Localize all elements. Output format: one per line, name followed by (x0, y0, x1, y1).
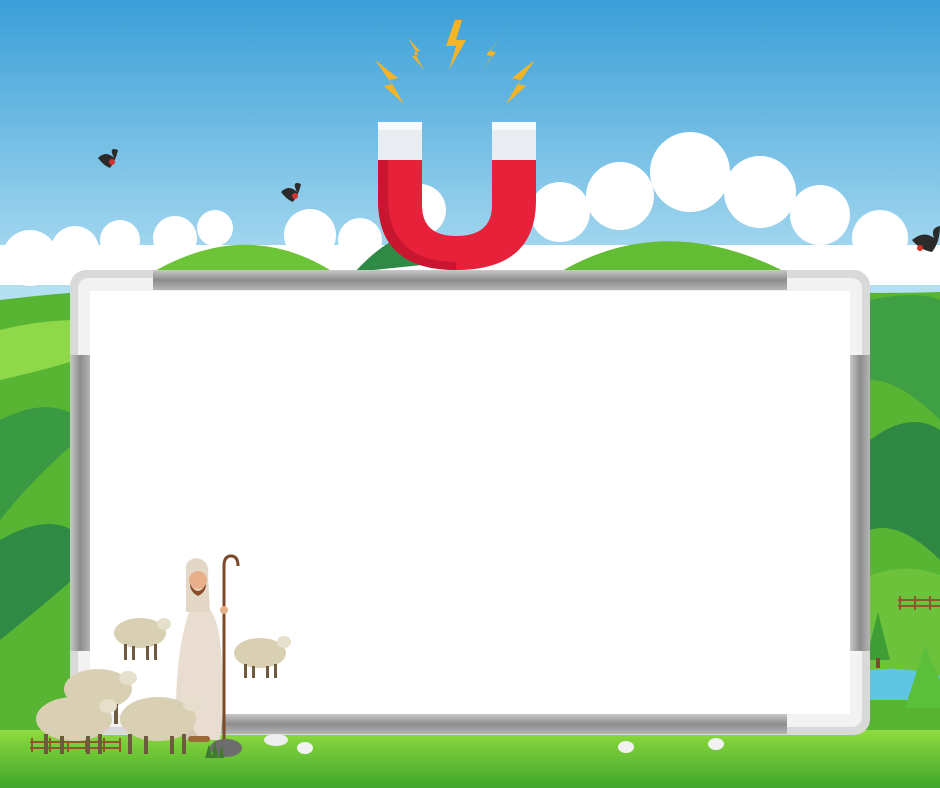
scene (0, 0, 940, 788)
scene-canvas (0, 0, 940, 788)
